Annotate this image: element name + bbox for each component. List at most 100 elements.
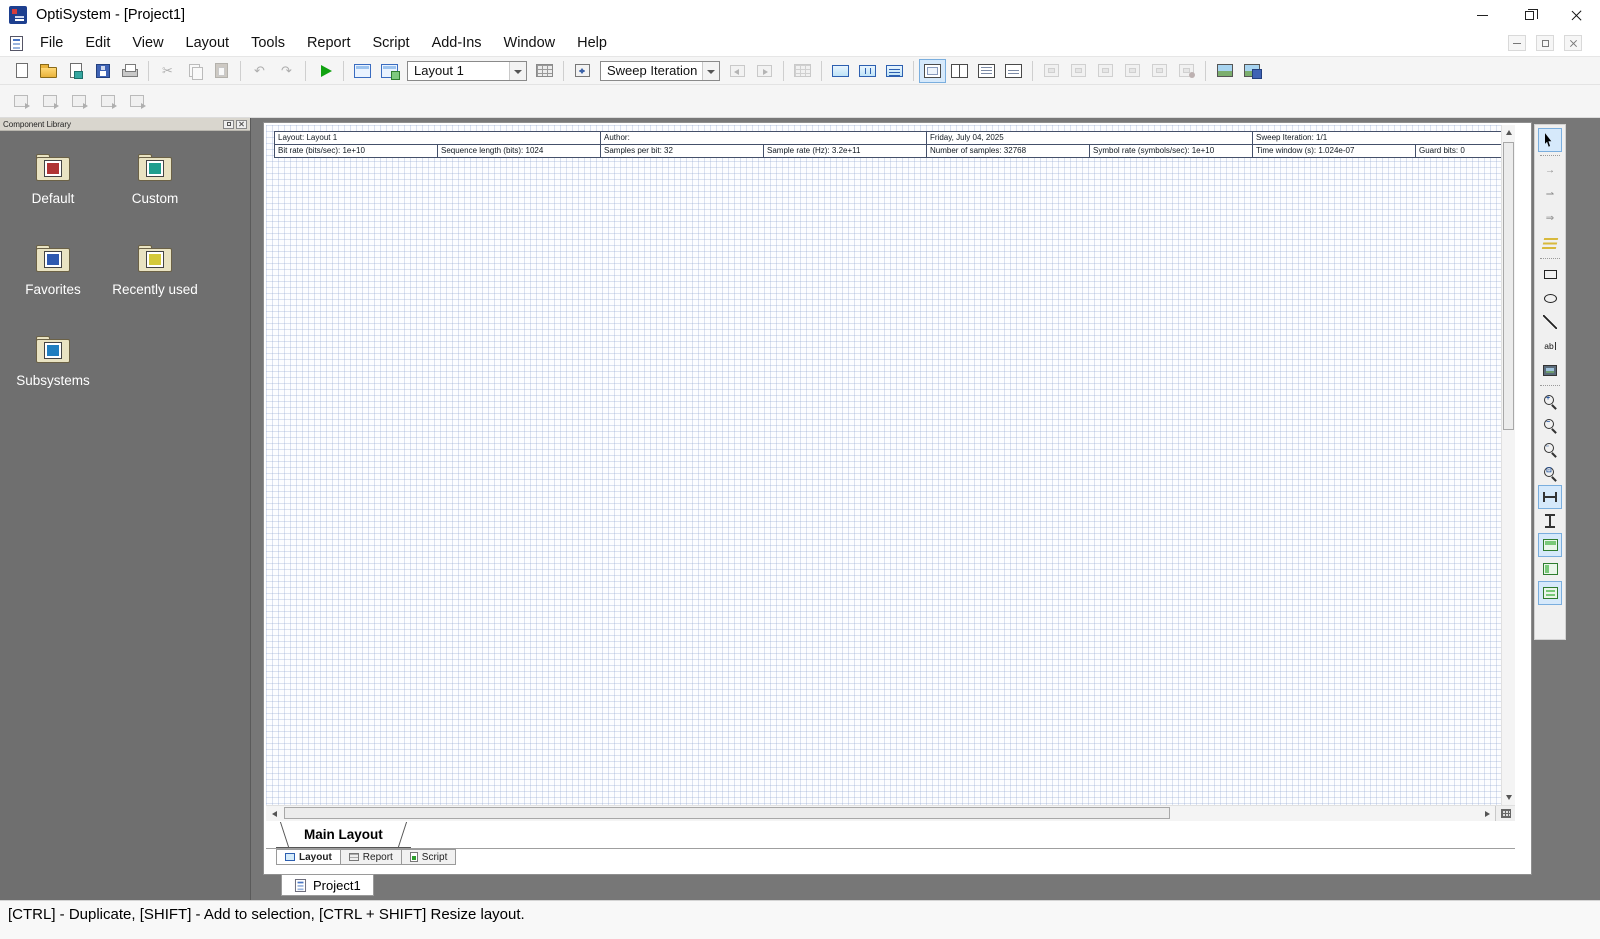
cut-button[interactable]: ✂ — [154, 59, 181, 83]
new-layout-button[interactable] — [349, 59, 376, 83]
menu-help[interactable]: Help — [566, 35, 618, 51]
split-view-button[interactable] — [946, 59, 973, 83]
undock-panel-button[interactable] — [223, 120, 234, 129]
save-as-button[interactable] — [62, 59, 89, 83]
mdi-close-button[interactable] — [1564, 35, 1582, 51]
tab-report[interactable]: Report — [340, 849, 402, 865]
close-button[interactable] — [1553, 0, 1600, 30]
new-button[interactable] — [8, 59, 35, 83]
monitor-view-3-button[interactable] — [881, 59, 908, 83]
scroll-left-button[interactable] — [266, 806, 282, 821]
tab-layout[interactable]: Layout — [276, 849, 341, 865]
zoom-out-button[interactable]: − — [1538, 413, 1562, 437]
save-image-button[interactable] — [1238, 59, 1265, 83]
image-tool-button[interactable] — [1538, 358, 1562, 382]
select-tool-button[interactable] — [1538, 128, 1562, 152]
mdi-restore-button[interactable] — [1536, 35, 1554, 51]
fit-vertical-button[interactable] — [1538, 509, 1562, 533]
zoom-in-button[interactable]: + — [1538, 389, 1562, 413]
subsystem-tool-4-button[interactable] — [1119, 59, 1146, 83]
library-item-recently-used[interactable]: Recently used — [104, 244, 206, 297]
scroll-up-button[interactable] — [1502, 125, 1516, 140]
document-icon[interactable] — [10, 36, 23, 51]
small-tool-2-button[interactable] — [37, 89, 63, 113]
library-item-default[interactable]: Default — [2, 153, 104, 206]
scroll-down-button[interactable] — [1502, 790, 1516, 805]
horizontal-scroll-track[interactable] — [282, 806, 1479, 821]
menu-layout[interactable]: Layout — [175, 35, 241, 51]
small-tool-5-button[interactable] — [124, 89, 150, 113]
small-tool-4-button[interactable] — [95, 89, 121, 113]
layout-canvas[interactable]: Layout: Layout 1 Author: Friday, July 04… — [266, 125, 1501, 805]
print-button[interactable] — [116, 59, 143, 83]
layout-snap-button[interactable] — [1538, 557, 1562, 581]
duplicate-layout-button[interactable] — [376, 59, 403, 83]
menu-file[interactable]: File — [29, 35, 74, 51]
restore-button[interactable] — [1506, 0, 1553, 30]
zoom-page-button[interactable]: ▫ — [1538, 437, 1562, 461]
chevron-down-icon[interactable] — [702, 62, 719, 80]
menu-report[interactable]: Report — [296, 35, 362, 51]
close-panel-button[interactable] — [236, 120, 247, 129]
subsystem-tool-3-button[interactable] — [1092, 59, 1119, 83]
layout-view-button[interactable] — [919, 59, 946, 83]
library-item-custom[interactable]: Custom — [104, 153, 206, 206]
sweep-mode-button[interactable] — [569, 59, 596, 83]
results-table-button[interactable] — [789, 59, 816, 83]
monitor-view-2-button[interactable] — [854, 59, 881, 83]
menu-tools[interactable]: Tools — [240, 35, 296, 51]
layout-thumbnails-button[interactable] — [1495, 806, 1515, 821]
menu-edit[interactable]: Edit — [74, 35, 121, 51]
connect-tool-button[interactable]: ⇀ — [1538, 183, 1562, 207]
report-view-button[interactable] — [973, 59, 1000, 83]
vertical-scrollbar[interactable] — [1501, 125, 1515, 805]
layout-parameters-button[interactable] — [531, 59, 558, 83]
tab-script[interactable]: Script — [401, 849, 457, 865]
draw-path-tool-button[interactable] — [1538, 231, 1562, 255]
copy-button[interactable] — [181, 59, 208, 83]
fit-horizontal-button[interactable] — [1538, 485, 1562, 509]
line-tool-button[interactable] — [1538, 310, 1562, 334]
open-button[interactable] — [35, 59, 62, 83]
next-sweep-button[interactable] — [751, 59, 778, 83]
monitor-view-1-button[interactable] — [827, 59, 854, 83]
rectangle-tool-button[interactable] — [1538, 262, 1562, 286]
ellipse-tool-button[interactable] — [1538, 286, 1562, 310]
subsystem-tool-5-button[interactable] — [1146, 59, 1173, 83]
layout-settings-button[interactable] — [1538, 581, 1562, 605]
vertical-scroll-thumb[interactable] — [1503, 142, 1514, 430]
paste-button[interactable] — [208, 59, 235, 83]
edit-tool-button[interactable]: → — [1538, 159, 1562, 183]
previous-sweep-button[interactable] — [724, 59, 751, 83]
minimize-button[interactable] — [1459, 0, 1506, 30]
menu-view[interactable]: View — [121, 35, 174, 51]
horizontal-scrollbar[interactable] — [266, 805, 1515, 821]
zoom-selection-button[interactable]: ⊡ — [1538, 461, 1562, 485]
small-tool-1-button[interactable] — [8, 89, 34, 113]
library-item-favorites[interactable]: Favorites — [2, 244, 104, 297]
library-item-subsystems[interactable]: Subsystems — [2, 335, 104, 388]
menu-script[interactable]: Script — [361, 35, 420, 51]
redo-button[interactable]: ↷ — [273, 59, 300, 83]
project-tab[interactable]: Project1 — [281, 874, 374, 896]
save-button[interactable] — [89, 59, 116, 83]
export-image-button[interactable] — [1211, 59, 1238, 83]
subsystem-tool-2-button[interactable] — [1065, 59, 1092, 83]
description-view-button[interactable] — [1000, 59, 1027, 83]
menu-window[interactable]: Window — [493, 35, 567, 51]
scroll-right-button[interactable] — [1479, 806, 1495, 821]
undo-button[interactable]: ↶ — [246, 59, 273, 83]
chevron-down-icon[interactable] — [509, 62, 526, 80]
small-tool-3-button[interactable] — [66, 89, 92, 113]
layout-grid-button[interactable] — [1538, 533, 1562, 557]
text-tool-button[interactable]: ab — [1538, 334, 1562, 358]
menu-add-ins[interactable]: Add-Ins — [421, 35, 493, 51]
auto-connect-tool-button[interactable]: ⇒ — [1538, 207, 1562, 231]
main-layout-tab[interactable]: Main Layout — [276, 822, 411, 848]
component-library-caption[interactable]: Component Library — [0, 118, 250, 131]
mdi-minimize-button[interactable] — [1508, 35, 1526, 51]
horizontal-scroll-thumb[interactable] — [284, 807, 1170, 819]
layout-select[interactable]: Layout 1 — [407, 61, 527, 81]
subsystem-tool-6-button[interactable] — [1173, 59, 1200, 83]
calculate-button[interactable] — [311, 59, 338, 83]
